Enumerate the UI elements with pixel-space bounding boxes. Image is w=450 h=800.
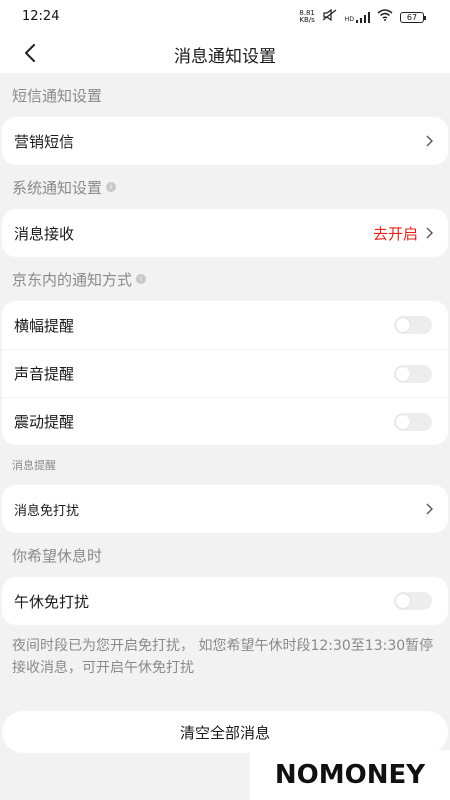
row-label: 消息免打扰: [14, 503, 80, 519]
toggle-knob: [396, 414, 410, 429]
watermark-text: NOMONEY: [274, 760, 426, 790]
row-message-receive[interactable]: 消息接收 去开启: [2, 209, 448, 257]
chevron-right-icon: [426, 135, 433, 147]
reminder-card: 消息免打扰: [2, 485, 448, 533]
toggle-knob: [396, 594, 410, 608]
clear-all-button[interactable]: 清空全部消息: [2, 711, 448, 753]
section-title-in-app: 京东内的通知方式 i: [0, 257, 450, 301]
net-speed: 8.81 KB/s: [299, 9, 315, 24]
row-banner-alert: 横幅提醒: [2, 301, 448, 349]
row-do-not-disturb[interactable]: 消息免打扰: [2, 485, 448, 533]
row-label: 声音提醒: [14, 365, 75, 383]
sound-toggle[interactable]: [394, 364, 432, 383]
status-bar: 12:24 8.81 KB/s HD 67: [0, 0, 450, 33]
row-label: 消息接收: [14, 224, 75, 243]
row-label: 午休免打扰: [14, 592, 90, 611]
watermark-logo: NOMONEY: [250, 750, 450, 800]
info-icon[interactable]: i: [136, 274, 147, 284]
section-title-system: 系统通知设置 i: [0, 165, 450, 209]
chevron-right-icon: [426, 227, 433, 239]
section-title-sms: 短信通知设置: [12, 86, 103, 105]
row-nap-dnd: 午休免打扰: [2, 577, 448, 625]
section-title-reminder: 消息提醒: [12, 459, 56, 472]
enable-link[interactable]: 去开启: [373, 223, 418, 244]
info-icon[interactable]: i: [106, 182, 117, 192]
nav-bar: 消息通知设置: [0, 33, 450, 73]
toggle-knob: [396, 318, 410, 332]
chevron-right-icon: [426, 503, 433, 515]
toggle-knob: [396, 366, 410, 381]
in-app-card: 横幅提醒 声音提醒 震动提醒: [2, 301, 448, 445]
row-label: 横幅提醒: [14, 316, 75, 335]
page-title: 消息通知设置: [174, 47, 276, 67]
signal-icon: HD: [345, 11, 370, 23]
vibration-toggle[interactable]: [394, 412, 432, 431]
nap-dnd-note: 夜间时段已为您开启免打扰， 如您希望午休时段12:30至13:30暂停接收消息，…: [12, 638, 434, 676]
row-sound-alert: 声音提醒: [2, 349, 448, 397]
row-marketing-sms[interactable]: 营销短信: [2, 117, 448, 165]
row-label: 营销短信: [14, 132, 75, 151]
nap-dnd-toggle[interactable]: [394, 592, 432, 610]
row-label: 震动提醒: [14, 413, 75, 431]
banner-toggle[interactable]: [394, 316, 432, 334]
sms-card: 营销短信: [2, 117, 448, 165]
status-time: 12:24: [22, 9, 60, 24]
status-icons: 8.81 KB/s HD 67: [299, 8, 426, 25]
wifi-icon: [377, 9, 393, 25]
section-title-rest: 你希望休息时: [12, 546, 103, 565]
rest-card: 午休免打扰: [2, 577, 448, 625]
battery-icon: 67: [400, 11, 426, 23]
mute-icon: [322, 8, 338, 25]
row-vibration-alert: 震动提醒: [2, 397, 448, 445]
system-card: 消息接收 去开启: [2, 209, 448, 257]
